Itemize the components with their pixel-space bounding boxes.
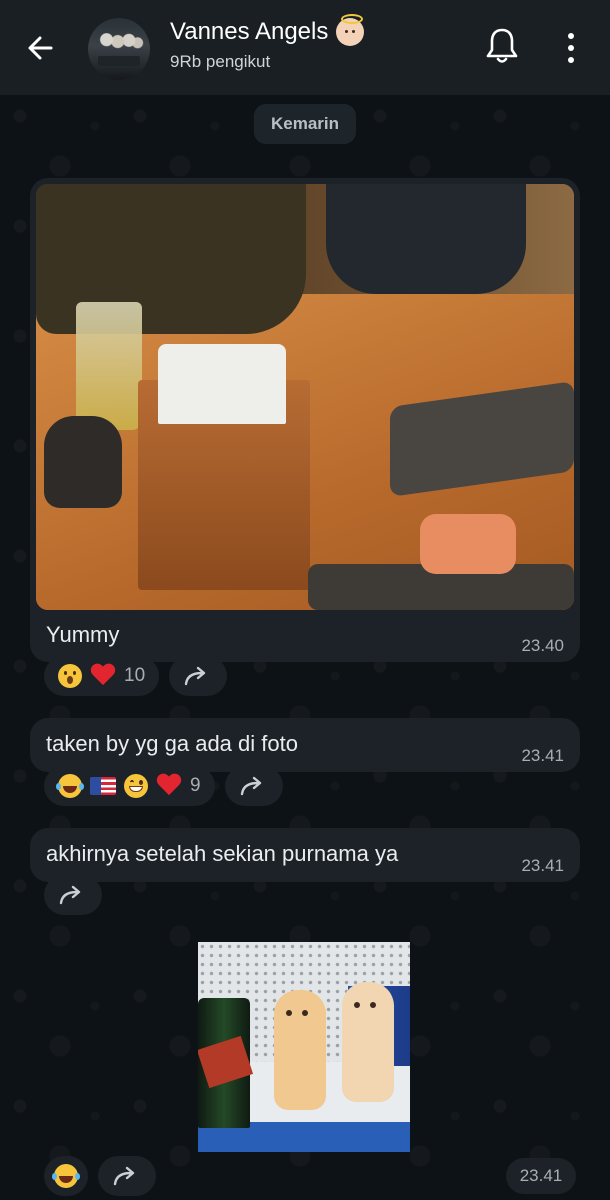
forward-icon xyxy=(240,776,261,796)
red-heart-icon xyxy=(156,774,182,798)
red-heart-icon xyxy=(90,664,116,688)
text-message[interactable]: taken by yg ga ada di foto 23.41 xyxy=(30,718,580,772)
forward-icon xyxy=(59,885,81,905)
forward-icon xyxy=(184,666,206,686)
more-vertical-icon xyxy=(568,33,574,39)
surprised-face-icon xyxy=(58,664,82,688)
reaction-count: 10 xyxy=(124,665,146,686)
back-arrow-icon xyxy=(28,36,53,60)
channel-header: Vannes Angels 9Rb pengikut xyxy=(0,0,610,96)
message-time: 23.40 xyxy=(521,636,564,655)
notification-bell-button[interactable] xyxy=(484,26,520,66)
reaction-chip[interactable] xyxy=(44,1156,88,1196)
date-separator: Kemarin xyxy=(254,104,356,144)
more-options-button[interactable] xyxy=(556,28,586,68)
photo-caption: Yummy xyxy=(46,622,120,647)
message-time: 23.41 xyxy=(506,1158,576,1194)
photo-message[interactable]: Yummy 23.40 xyxy=(30,178,580,662)
bell-icon xyxy=(486,28,518,63)
follower-count: 9Rb pengikut xyxy=(170,52,271,71)
message-text: taken by yg ga ada di foto xyxy=(46,731,298,756)
message-text: akhirnya setelah sekian purnama ya xyxy=(46,841,399,866)
channel-avatar[interactable] xyxy=(88,18,150,80)
forward-button[interactable] xyxy=(224,766,283,806)
food-photo[interactable] xyxy=(36,184,574,610)
forward-button[interactable] xyxy=(44,875,102,915)
grinning-face-icon xyxy=(124,774,148,798)
cat-sticker-image[interactable] xyxy=(198,942,410,1152)
message-time: 23.41 xyxy=(521,746,564,765)
message-time: 23.41 xyxy=(521,856,564,875)
reaction-bar: 9 xyxy=(44,766,283,806)
reaction-count: 9 xyxy=(190,775,201,796)
channel-title: Vannes Angels xyxy=(170,18,329,45)
channel-info[interactable]: Vannes Angels 9Rb pengikut xyxy=(170,14,365,72)
tears-of-joy-icon xyxy=(56,774,82,798)
reaction-chip[interactable]: 9 xyxy=(44,766,215,806)
text-message[interactable]: akhirnya setelah sekian purnama ya 23.41 xyxy=(30,828,580,882)
us-flag-icon xyxy=(90,777,116,795)
forward-button[interactable] xyxy=(169,656,228,696)
tears-of-joy-icon xyxy=(52,1164,78,1188)
forward-button[interactable] xyxy=(98,1156,156,1196)
forward-icon xyxy=(113,1166,135,1186)
back-button[interactable] xyxy=(20,28,60,68)
reaction-bar: 10 xyxy=(44,656,228,696)
baby-angel-icon xyxy=(336,14,365,46)
reaction-bar xyxy=(44,875,102,915)
reaction-chip[interactable]: 10 xyxy=(44,656,160,696)
